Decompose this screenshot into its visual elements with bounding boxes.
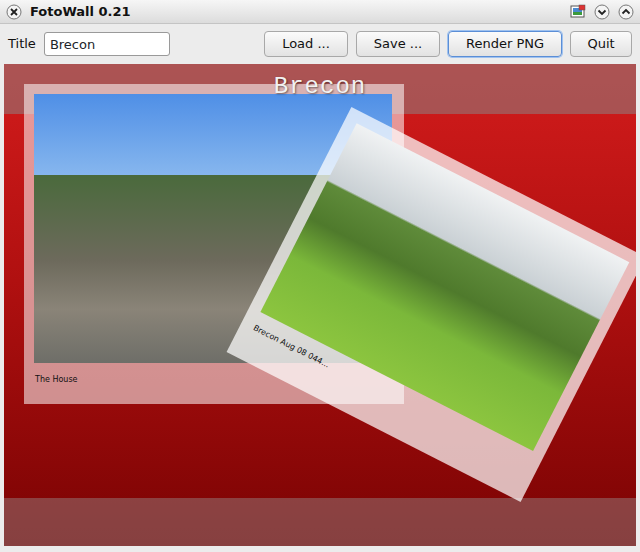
load-button[interactable]: Load ... xyxy=(264,31,348,57)
close-icon[interactable] xyxy=(6,4,22,20)
title-bar: FotoWall 0.21 xyxy=(0,0,640,24)
save-button[interactable]: Save ... xyxy=(356,31,440,57)
title-input[interactable] xyxy=(44,32,170,56)
app-window: FotoWall 0.21 Title Load ... Save ... Rend… xyxy=(0,0,640,552)
title-label: Title xyxy=(8,34,36,54)
render-png-button[interactable]: Render PNG xyxy=(448,31,562,57)
button-group: Load ... Save ... Render PNG Quit xyxy=(264,31,632,57)
quit-button[interactable]: Quit xyxy=(570,31,632,57)
app-icon xyxy=(570,4,586,20)
bottom-band xyxy=(4,498,636,546)
maximize-icon[interactable] xyxy=(618,4,634,20)
picture-caption[interactable]: The House xyxy=(35,375,78,385)
minimize-icon[interactable] xyxy=(594,4,610,20)
window-title: FotoWall 0.21 xyxy=(30,4,131,20)
photo-canvas[interactable]: The HouseBrecon Aug 08 044...Brecon xyxy=(4,64,636,546)
toolbar: Title Load ... Save ... Render PNG Quit xyxy=(0,24,640,64)
scene-title[interactable]: Brecon xyxy=(4,74,636,100)
